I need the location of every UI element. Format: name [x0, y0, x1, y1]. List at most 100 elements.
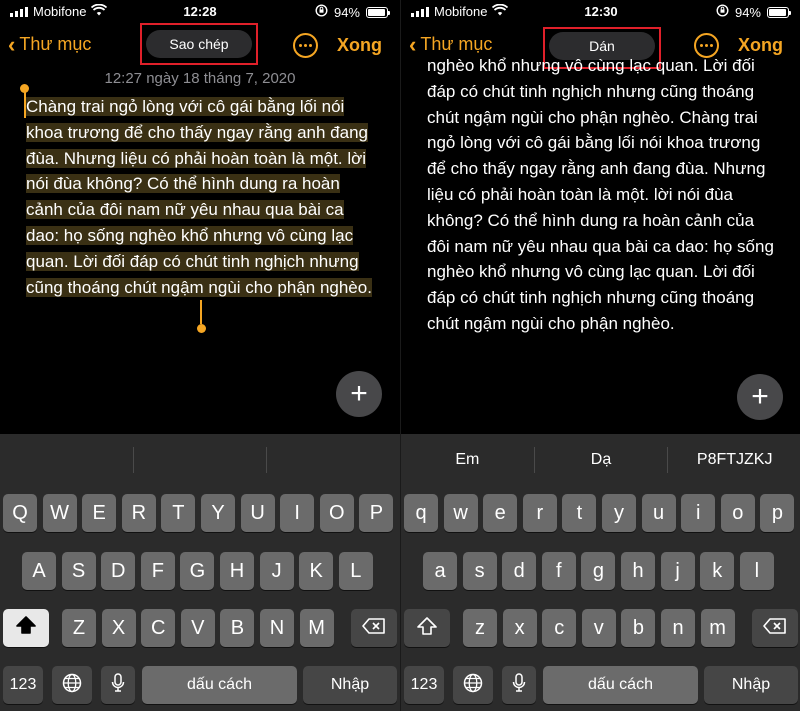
key-t[interactable]: t — [562, 494, 597, 532]
battery-icon — [767, 6, 791, 18]
numbers-key[interactable]: 123 — [3, 666, 43, 704]
key-z[interactable]: z — [463, 609, 497, 647]
shift-key[interactable] — [3, 609, 49, 647]
suggestion-divider — [132, 447, 134, 473]
left-screen: Mobifone 12:28 94% ‹ Thư mục Sao chép Xo… — [0, 0, 400, 711]
back-button[interactable]: ‹ Thư mục — [409, 31, 493, 57]
key-r[interactable]: r — [522, 494, 557, 532]
status-right: 94% — [716, 4, 791, 20]
more-options-icon[interactable] — [293, 33, 318, 58]
back-label: Thư mục — [19, 34, 92, 54]
key-y[interactable]: Y — [201, 494, 235, 532]
suggestion-2[interactable]: Dạ — [535, 451, 668, 469]
key-d[interactable]: D — [101, 552, 136, 590]
key-g[interactable]: G — [180, 552, 215, 590]
key-i[interactable]: i — [681, 494, 716, 532]
key-c[interactable]: c — [542, 609, 577, 647]
key-v[interactable]: v — [581, 609, 616, 647]
plus-icon[interactable]: + — [737, 374, 783, 420]
key-y[interactable]: y — [602, 494, 636, 532]
suggestion-bar: Em Dạ P8FTJZKJ — [401, 434, 800, 486]
key-g[interactable]: g — [581, 552, 616, 590]
key-l[interactable]: L — [338, 552, 373, 590]
key-z[interactable]: Z — [62, 609, 96, 647]
globe-key[interactable] — [52, 666, 92, 704]
key-o[interactable]: o — [720, 494, 755, 532]
numbers-key[interactable]: 123 — [404, 666, 444, 704]
globe-icon — [463, 673, 483, 698]
key-x[interactable]: X — [101, 609, 136, 647]
key-j[interactable]: j — [660, 552, 695, 590]
key-l[interactable]: l — [739, 552, 774, 590]
key-b[interactable]: B — [220, 609, 255, 647]
key-q[interactable]: q — [404, 494, 438, 532]
key-c[interactable]: C — [141, 609, 176, 647]
key-u[interactable]: U — [240, 494, 275, 532]
shift-key[interactable] — [404, 609, 450, 647]
key-j[interactable]: J — [259, 552, 294, 590]
key-s[interactable]: S — [61, 552, 96, 590]
suggestion-1[interactable]: Em — [401, 451, 534, 469]
right-screen: Mobifone 12:30 94% ‹ Thư mục Dán Xong ng… — [400, 0, 800, 711]
key-e[interactable]: e — [483, 494, 518, 532]
key-r[interactable]: R — [121, 494, 156, 532]
shift-icon — [16, 616, 36, 640]
key-h[interactable]: H — [220, 552, 254, 590]
suggestion-3[interactable]: P8FTJZKJ — [668, 451, 800, 469]
key-u[interactable]: u — [641, 494, 676, 532]
key-x[interactable]: x — [502, 609, 537, 647]
keyboard: Em Dạ P8FTJZKJ qwertyuiop asdfghjkl zxcvbn… — [401, 434, 800, 711]
note-text[interactable]: nghèo khổ nhưng vô cùng lạc quan. Lời đố… — [427, 53, 777, 337]
space-key[interactable]: dấu cách — [543, 666, 698, 704]
done-button[interactable]: Xong — [337, 35, 382, 56]
key-n[interactable]: n — [661, 609, 695, 647]
back-label: Thư mục — [420, 34, 493, 54]
key-a[interactable]: A — [22, 552, 56, 590]
key-h[interactable]: h — [621, 552, 655, 590]
key-k[interactable]: K — [299, 552, 334, 590]
key-i[interactable]: I — [280, 494, 315, 532]
rotation-lock-icon — [716, 4, 729, 20]
key-m[interactable]: m — [700, 609, 735, 647]
backspace-icon — [763, 617, 787, 639]
status-right: 94% — [315, 4, 390, 20]
key-e[interactable]: E — [82, 494, 117, 532]
key-t[interactable]: T — [161, 494, 196, 532]
microphone-key[interactable] — [502, 666, 536, 704]
backspace-key[interactable] — [351, 609, 397, 647]
keyboard: Q W E R T Y U I O P A S D F G H J K L Z X C V B N M 123 dấu cách Nhậ… — [0, 434, 400, 711]
back-button[interactable]: ‹ Thư mục — [8, 33, 92, 55]
selection-end-line — [200, 300, 202, 324]
key-w[interactable]: W — [42, 494, 77, 532]
key-f[interactable]: F — [140, 552, 175, 590]
backspace-key[interactable] — [752, 609, 798, 647]
key-q[interactable]: Q — [3, 494, 37, 532]
battery-percent: 94% — [734, 4, 761, 20]
key-w[interactable]: w — [443, 494, 478, 532]
return-key[interactable]: Nhập — [704, 666, 798, 704]
key-m[interactable]: M — [299, 609, 334, 647]
key-f[interactable]: f — [541, 552, 576, 590]
microphone-key[interactable] — [101, 666, 135, 704]
key-v[interactable]: V — [180, 609, 215, 647]
plus-icon[interactable]: + — [336, 371, 382, 417]
key-p[interactable]: P — [359, 494, 394, 532]
note-text[interactable]: Chàng trai ngỏ lòng với cô gái bằng lối … — [26, 94, 376, 300]
chevron-left-icon: ‹ — [409, 31, 417, 57]
key-o[interactable]: O — [319, 494, 354, 532]
key-s[interactable]: s — [462, 552, 497, 590]
key-k[interactable]: k — [700, 552, 735, 590]
key-a[interactable]: a — [423, 552, 457, 590]
selection-end-handle[interactable] — [197, 324, 206, 333]
status-bar: Mobifone 12:28 94% — [0, 0, 400, 24]
globe-icon — [62, 673, 82, 698]
space-key[interactable]: dấu cách — [142, 666, 297, 704]
key-p[interactable]: p — [760, 494, 795, 532]
rotation-lock-icon — [315, 4, 328, 20]
key-d[interactable]: d — [502, 552, 537, 590]
globe-key[interactable] — [453, 666, 493, 704]
highlight-box — [140, 23, 258, 65]
key-b[interactable]: b — [621, 609, 656, 647]
return-key[interactable]: Nhập — [303, 666, 397, 704]
key-n[interactable]: N — [260, 609, 294, 647]
